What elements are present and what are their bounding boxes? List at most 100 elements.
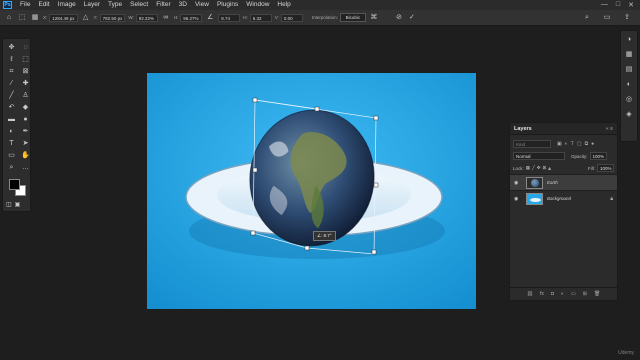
search-icon[interactable]: ⌕ xyxy=(582,13,592,23)
pixel-filter-icon[interactable]: ▣ xyxy=(557,141,562,147)
menu-filter[interactable]: Filter xyxy=(152,0,174,10)
commit-transform-icon[interactable]: ✓ xyxy=(407,13,417,23)
close-window-button[interactable]: ✕ xyxy=(628,1,634,9)
hskew-input[interactable]: 6.32 xyxy=(249,13,272,22)
menu-file[interactable]: File xyxy=(16,0,34,10)
maximize-button[interactable]: □ xyxy=(616,1,620,9)
share-icon[interactable]: ⇪ xyxy=(622,13,632,23)
new-group-icon[interactable]: ▭ xyxy=(571,291,576,297)
visibility-eye-icon[interactable]: ◉ xyxy=(514,196,522,202)
panel-icon-strip: ◑ ▦ ▤ ◐ ◎ ◈ xyxy=(620,30,638,142)
layer-kind-filter[interactable]: Kind xyxy=(513,140,551,148)
document-canvas[interactable]: ∠: 8.7° xyxy=(147,73,476,309)
menu-layer[interactable]: Layer xyxy=(80,0,104,10)
lock-icon: 🔒︎ xyxy=(610,195,613,202)
more-tools-icon[interactable]: … xyxy=(19,162,32,173)
warp-icon[interactable]: ⌘ xyxy=(369,13,379,23)
minimize-button[interactable]: — xyxy=(601,1,608,9)
type-filter-icon[interactable]: T xyxy=(571,141,574,147)
object-select-tool-icon[interactable]: ⬚ xyxy=(19,54,32,65)
reference-point-icon[interactable]: ▦ xyxy=(30,13,40,23)
path-select-tool-icon[interactable]: ➤ xyxy=(19,138,32,149)
frame-tool-icon[interactable]: ⊠ xyxy=(19,66,32,77)
quick-mask-icon[interactable]: ◫ xyxy=(6,201,12,208)
move-tool-icon[interactable]: ✥ xyxy=(5,42,18,53)
fill-input[interactable]: 100% xyxy=(597,164,614,172)
interpolation-select[interactable]: Bicubic xyxy=(339,13,366,22)
menu-view[interactable]: View xyxy=(191,0,213,10)
color-panel-icon[interactable]: ◑ xyxy=(621,33,637,46)
vskew-input[interactable]: 0.00 xyxy=(280,13,303,22)
shape-filter-icon[interactable]: ▢ xyxy=(577,141,582,147)
lock-all-icon[interactable]: 🔒︎ xyxy=(548,166,550,171)
menu-window[interactable]: Window xyxy=(242,0,273,10)
layer-row-background[interactable]: ◉ Background 🔒︎ xyxy=(510,190,617,206)
layer-row-earth[interactable]: ◉ Earth xyxy=(510,174,617,190)
crop-tool-icon[interactable]: ⌗ xyxy=(5,66,18,77)
history-brush-tool-icon[interactable]: ↶ xyxy=(5,102,18,113)
menu-image[interactable]: Image xyxy=(54,0,80,10)
lock-pixels-icon[interactable]: ▦ xyxy=(526,165,530,171)
lasso-tool-icon[interactable]: ℓ xyxy=(5,54,18,65)
new-layer-icon[interactable]: ⊞ xyxy=(583,291,587,297)
swatches-panel-icon[interactable]: ▦ xyxy=(621,48,637,61)
link-icon[interactable]: ∞ xyxy=(161,13,171,23)
libraries-panel-icon[interactable]: ▤ xyxy=(621,63,637,76)
menu-help[interactable]: Help xyxy=(273,0,294,10)
adjustment-layer-icon[interactable]: ◐ xyxy=(561,291,564,297)
cancel-transform-icon[interactable]: ⊘ xyxy=(394,13,404,23)
menu-select[interactable]: Select xyxy=(126,0,152,10)
menu-plugins[interactable]: Plugins xyxy=(213,0,242,10)
menu-edit[interactable]: Edit xyxy=(34,0,53,10)
dodge-tool-icon[interactable]: ◐ xyxy=(5,126,18,137)
layers-panel-title[interactable]: Layers xyxy=(514,126,532,132)
workspace-icon[interactable]: ▭ xyxy=(602,13,612,23)
eraser-tool-icon[interactable]: ◆ xyxy=(19,102,32,113)
smart-filter-icon[interactable]: ⧉ xyxy=(585,141,589,147)
lock-position-icon[interactable]: ✥ xyxy=(537,165,541,171)
healing-tool-icon[interactable]: ✚ xyxy=(19,78,32,89)
eyedropper-tool-icon[interactable]: ⁄ xyxy=(5,78,18,89)
filter-toggle-icon[interactable]: ● xyxy=(591,141,594,147)
link-layers-icon[interactable]: ⛓ xyxy=(527,291,533,297)
hand-tool-icon[interactable]: ✋ xyxy=(19,150,32,161)
menu-type[interactable]: Type xyxy=(104,0,126,10)
x-input[interactable]: 1284.49 px xyxy=(49,13,78,22)
delete-layer-icon[interactable]: 🗑︎ xyxy=(594,291,600,297)
zoom-tool-icon[interactable]: ⌕ xyxy=(5,162,18,173)
rectangle-tool-icon[interactable]: ▭ xyxy=(5,150,18,161)
pen-tool-icon[interactable]: ✒ xyxy=(19,126,32,137)
layer-style-icon[interactable]: fx xyxy=(540,291,544,297)
blend-mode-select[interactable]: Normal xyxy=(513,152,565,160)
w-input[interactable]: 92.22% xyxy=(135,13,158,22)
stamp-tool-icon[interactable]: ♙ xyxy=(19,90,32,101)
brush-tool-icon[interactable]: ╱ xyxy=(5,90,18,101)
y-input[interactable]: 782.50 px xyxy=(99,13,126,22)
angle-input[interactable]: 8.74 xyxy=(218,13,241,22)
learn-panel-icon[interactable]: ◐ xyxy=(621,78,637,91)
adjustment-filter-icon[interactable]: ◐ xyxy=(565,141,568,147)
type-tool-icon[interactable]: T xyxy=(5,138,18,149)
foreground-color-swatch[interactable] xyxy=(9,179,20,190)
lock-artboard-icon[interactable]: ⊠ xyxy=(543,165,547,171)
add-mask-icon[interactable]: ◘ xyxy=(551,291,554,297)
adjustments-panel-icon[interactable]: ◎ xyxy=(621,93,637,106)
delta-icon[interactable]: △ xyxy=(81,13,91,23)
home-icon[interactable]: ⌂ xyxy=(4,13,14,23)
layers-panel-footer: ⛓ fx ◘ ◐ ▭ ⊞ 🗑︎ xyxy=(510,287,617,300)
panel-menu-icon[interactable]: « ≡ xyxy=(606,126,613,132)
h-input[interactable]: 96.27% xyxy=(180,13,203,22)
blur-tool-icon[interactable]: ● xyxy=(19,114,32,125)
visibility-eye-icon[interactable]: ◉ xyxy=(514,180,522,186)
layers-panel-icon[interactable]: ◈ xyxy=(621,108,637,121)
lock-paint-icon[interactable]: ╱ xyxy=(532,165,535,171)
opacity-input[interactable]: 100% xyxy=(589,152,607,160)
screen-mode-icon[interactable]: ▣ xyxy=(15,201,21,208)
gradient-tool-icon[interactable]: ▬ xyxy=(5,114,18,125)
layer-name[interactable]: Earth xyxy=(547,180,558,185)
h-label: H: xyxy=(173,15,179,20)
marquee-tool-icon[interactable]: ◌ xyxy=(19,42,32,53)
layer-name[interactable]: Background xyxy=(547,196,571,201)
transform-tool-icon[interactable]: ⬚ xyxy=(17,13,27,23)
menu-3d[interactable]: 3D xyxy=(175,0,191,10)
